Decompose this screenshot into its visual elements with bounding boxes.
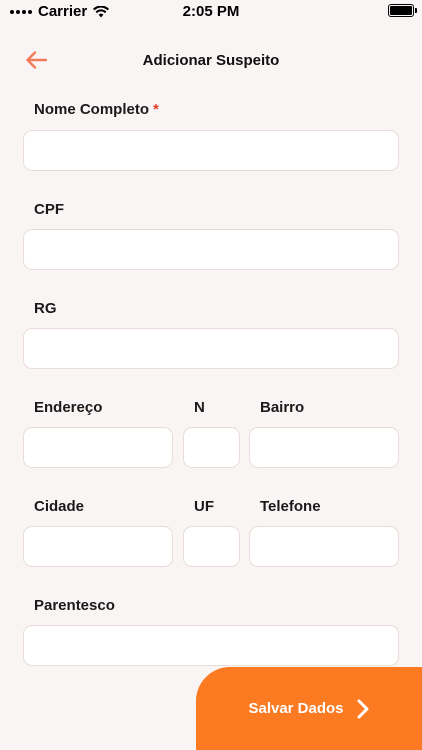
endereco-input[interactable] (23, 427, 173, 468)
parentesco-input[interactable] (23, 625, 399, 666)
required-marker: * (153, 101, 159, 118)
numero-label: N (194, 399, 205, 416)
cpf-label: CPF (34, 201, 64, 218)
header: Adicionar Suspeito (0, 44, 422, 76)
nome-completo-input[interactable] (23, 130, 399, 171)
endereco-label: Endereço (34, 399, 103, 416)
status-right (388, 4, 417, 17)
nome-label-text: Nome Completo (34, 101, 150, 118)
save-button-label: Salvar Dados (248, 700, 344, 717)
telefone-label: Telefone (260, 498, 321, 515)
bairro-label: Bairro (260, 399, 305, 416)
add-suspect-screen: Carrier 2:05 PM Adicionar Suspeito Nome … (0, 0, 422, 750)
save-button[interactable]: Salvar Dados (196, 667, 422, 750)
uf-input[interactable] (183, 526, 240, 567)
status-bar: Carrier 2:05 PM (0, 0, 422, 24)
cpf-input[interactable] (23, 229, 399, 270)
rg-input[interactable] (23, 328, 399, 369)
numero-input[interactable] (183, 427, 240, 468)
telefone-input[interactable] (249, 526, 399, 567)
rg-label: RG (34, 300, 57, 317)
page-title: Adicionar Suspeito (142, 52, 280, 69)
cidade-label: Cidade (34, 498, 85, 515)
uf-label: UF (194, 498, 214, 515)
bairro-input[interactable] (249, 427, 399, 468)
nome-label: Nome Completo * (34, 101, 159, 118)
cidade-input[interactable] (23, 526, 173, 567)
status-time: 2:05 PM (182, 3, 240, 20)
chevron-right-icon (357, 699, 369, 718)
battery-icon (388, 4, 417, 17)
parentesco-label: Parentesco (34, 597, 115, 614)
